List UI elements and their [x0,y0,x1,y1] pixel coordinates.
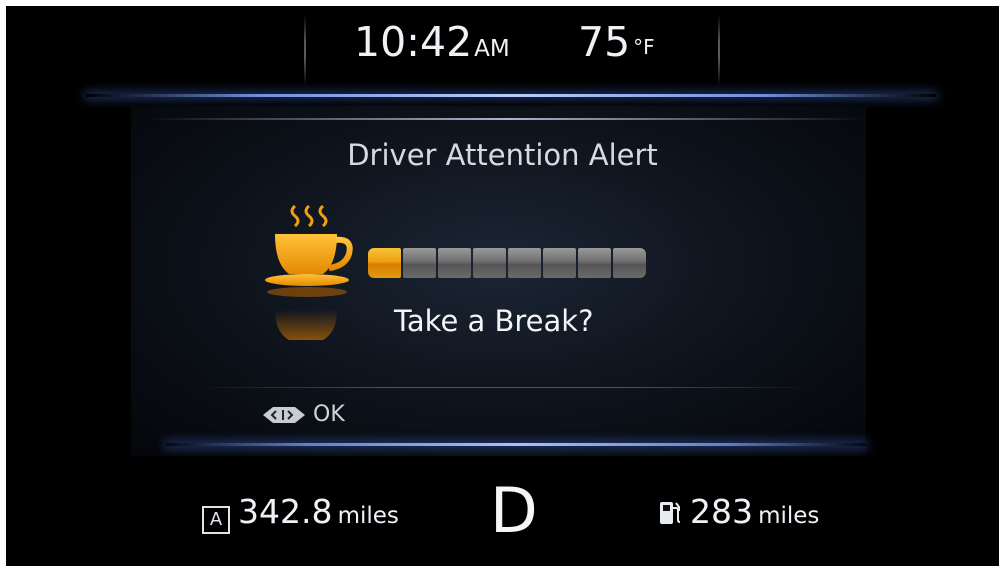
attention-segment-empty [403,248,436,278]
take-a-break-message: Take a Break? [394,304,594,338]
temperature-value: 75 [578,18,631,66]
ok-label: OK [313,402,345,427]
steering-switch-icon [263,406,305,423]
attention-level-bar [368,248,646,278]
temperature-unit: °F [633,35,655,59]
attention-segment-empty [473,248,506,278]
fuel-range-value: 283 [690,492,753,531]
alert-title: Driver Attention Alert [347,138,658,172]
fuel-range-unit: miles [758,503,820,529]
status-bar: 10:42AM 75 °F [6,6,999,94]
coffee-cup-icon [265,204,353,340]
trip-a-unit: miles [337,503,399,529]
attention-segment-empty [543,248,576,278]
fuel-range: 283 miles [658,492,819,531]
ok-control[interactable]: OK [261,402,345,427]
gear-indicator: D [490,474,538,547]
attention-segment-empty [613,248,646,278]
trip-a-odometer: A 342.8 miles [202,492,399,534]
attention-segment-filled [368,248,401,278]
status-divider-right [718,14,720,86]
trip-a-value: 342.8 [238,492,333,531]
attention-segment-empty [508,248,541,278]
attention-segment-empty [438,248,471,278]
panel-separator [196,387,816,388]
status-divider-left [304,14,306,86]
clock: 10:42AM [354,18,510,66]
top-glow-divider [86,94,936,97]
instrument-cluster-display: 10:42AM 75 °F Driver Attention Alert Tak… [6,6,999,566]
bottom-glow-divider [166,443,866,446]
outside-temperature: 75 °F [578,18,655,66]
clock-time: 10:42 [354,18,473,66]
fuel-pump-icon [660,502,681,524]
clock-period: AM [474,36,510,62]
attention-segment-empty [578,248,611,278]
panel-top-edge [146,118,866,120]
trip-a-indicator: A [202,506,230,534]
